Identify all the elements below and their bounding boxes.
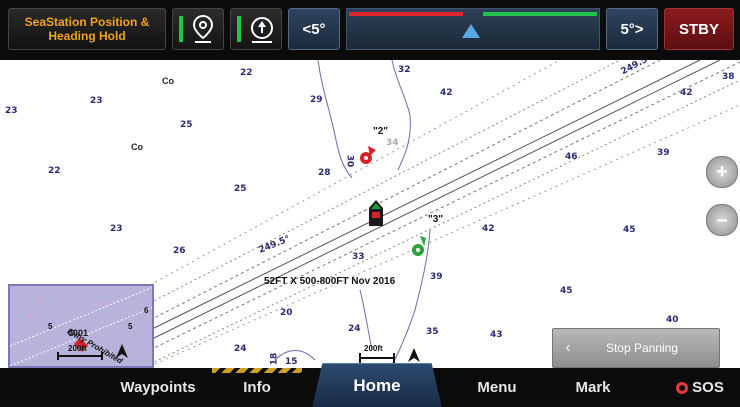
heading-hold-icon <box>251 17 273 43</box>
depth-sounding: 15 <box>285 357 298 367</box>
depth-sounding: 35 <box>426 327 439 337</box>
home-button[interactable]: Home <box>312 363 442 407</box>
sos-button[interactable]: SOS <box>660 368 740 407</box>
depth-sounding: 32 <box>398 65 411 75</box>
autopilot-mode-label: SeaStation Position & Heading Hold <box>24 15 150 43</box>
inset-depth: 5 <box>48 322 53 331</box>
sos-label: SOS <box>692 379 724 396</box>
inset-depth: 5 <box>128 322 133 331</box>
zoom-out-icon: – <box>716 208 728 231</box>
overview-inset-map[interactable]: 5 5 0001 Entry Prohibited 6 200ft <box>8 284 154 368</box>
depth-sounding: 33 <box>352 252 365 262</box>
heading-hold-button[interactable] <box>230 8 282 50</box>
buoy-number: "3" <box>428 214 444 225</box>
autopilot-mode-button[interactable]: SeaStation Position & Heading Hold <box>8 8 166 50</box>
steer-port-label: <5° <box>302 20 326 38</box>
info-button[interactable]: Info <box>212 368 302 407</box>
steer-port-5-button[interactable]: <5° <box>288 8 340 50</box>
red-buoy-icon[interactable] <box>358 144 380 166</box>
map-pin-icon <box>192 14 214 43</box>
steer-starboard-label: 5°> <box>620 20 644 38</box>
chevron-left-icon: ‹ <box>565 339 571 356</box>
depth-sounding: 30 <box>344 154 355 168</box>
depth-sounding: 23 <box>110 224 123 234</box>
vessel-icon <box>369 200 383 226</box>
zoom-in-icon: + <box>716 160 728 183</box>
nautical-chart[interactable]: 22 32 249.5° 38 23 23 29 42 42 25 34 46 … <box>0 60 740 368</box>
depth-sounding: 26 <box>173 246 186 256</box>
depth-sounding: 23 <box>90 96 103 106</box>
depth-sounding: 43 <box>490 330 503 340</box>
seabed-type-label: Co <box>162 76 174 86</box>
depth-sounding: 46 <box>565 152 578 162</box>
starboard-band <box>483 12 597 16</box>
zoom-out-button[interactable]: – <box>706 204 738 236</box>
depth-sounding: 20 <box>280 308 293 318</box>
active-indicator <box>237 16 241 42</box>
depth-sounding: 45 <box>560 286 573 296</box>
depth-sounding: 22 <box>48 166 61 176</box>
lifebuoy-icon <box>676 381 689 394</box>
zoom-in-button[interactable]: + <box>706 156 738 188</box>
depth-sounding: 40 <box>666 315 679 325</box>
depth-sounding: 24 <box>348 324 361 334</box>
heading-indicator <box>346 8 600 50</box>
standby-label: STBY <box>678 20 719 38</box>
depth-sounding: 25 <box>180 120 193 130</box>
inset-depth: 6 <box>144 306 149 315</box>
menu-label: Menu <box>477 379 517 396</box>
depth-sounding: 38 <box>722 72 735 82</box>
depth-sounding: 23 <box>5 106 18 116</box>
port-band <box>349 12 463 16</box>
autopilot-bar: SeaStation Position & Heading Hold <5° 5… <box>0 0 740 60</box>
steer-starboard-5-button[interactable]: 5°> <box>606 8 658 50</box>
chartplotter-screen: SeaStation Position & Heading Hold <5° 5… <box>0 0 740 407</box>
stop-panning-label: Stop Panning <box>605 341 679 355</box>
menu-button[interactable]: Menu <box>452 368 542 407</box>
depth-sounding: 29 <box>310 95 323 105</box>
depth-sounding: 18 <box>269 352 280 366</box>
standby-button[interactable]: STBY <box>664 8 734 50</box>
info-label: Info <box>243 379 271 396</box>
depth-sounding: 34 <box>386 138 399 148</box>
seabed-type-label: Co <box>131 142 143 152</box>
depth-sounding: 45 <box>623 225 636 235</box>
green-buoy-icon[interactable] <box>410 234 432 258</box>
stop-panning-button[interactable]: ‹ Stop Panning <box>552 328 720 368</box>
depth-sounding: 25 <box>234 184 247 194</box>
home-label: Home <box>353 376 401 395</box>
active-indicator <box>179 16 183 42</box>
depth-sounding: 22 <box>240 68 253 78</box>
depth-sounding: 24 <box>234 344 247 354</box>
buoy-number: "2" <box>373 126 389 137</box>
depth-sounding: 39 <box>657 148 670 158</box>
heading-marker-icon <box>462 24 480 38</box>
inset-scale-label: 200ft <box>68 344 87 353</box>
depth-sounding: 42 <box>440 88 453 98</box>
bottom-nav: Waypoints Info Home Menu Mark SOS <box>0 363 740 407</box>
position-hold-button[interactable] <box>172 8 224 50</box>
waypoints-label: Waypoints <box>120 379 196 396</box>
depth-sounding: 42 <box>482 224 495 234</box>
channel-depth-label: 52FT X 500-800FT Nov 2016 <box>264 276 396 287</box>
mark-button[interactable]: Mark <box>548 368 638 407</box>
depth-sounding: 39 <box>430 272 443 282</box>
depth-sounding: 42 <box>680 88 693 98</box>
depth-sounding: 28 <box>318 168 331 178</box>
mark-label: Mark <box>575 379 611 396</box>
waypoints-button[interactable]: Waypoints <box>108 368 208 407</box>
scale-label: 200ft <box>364 344 383 353</box>
